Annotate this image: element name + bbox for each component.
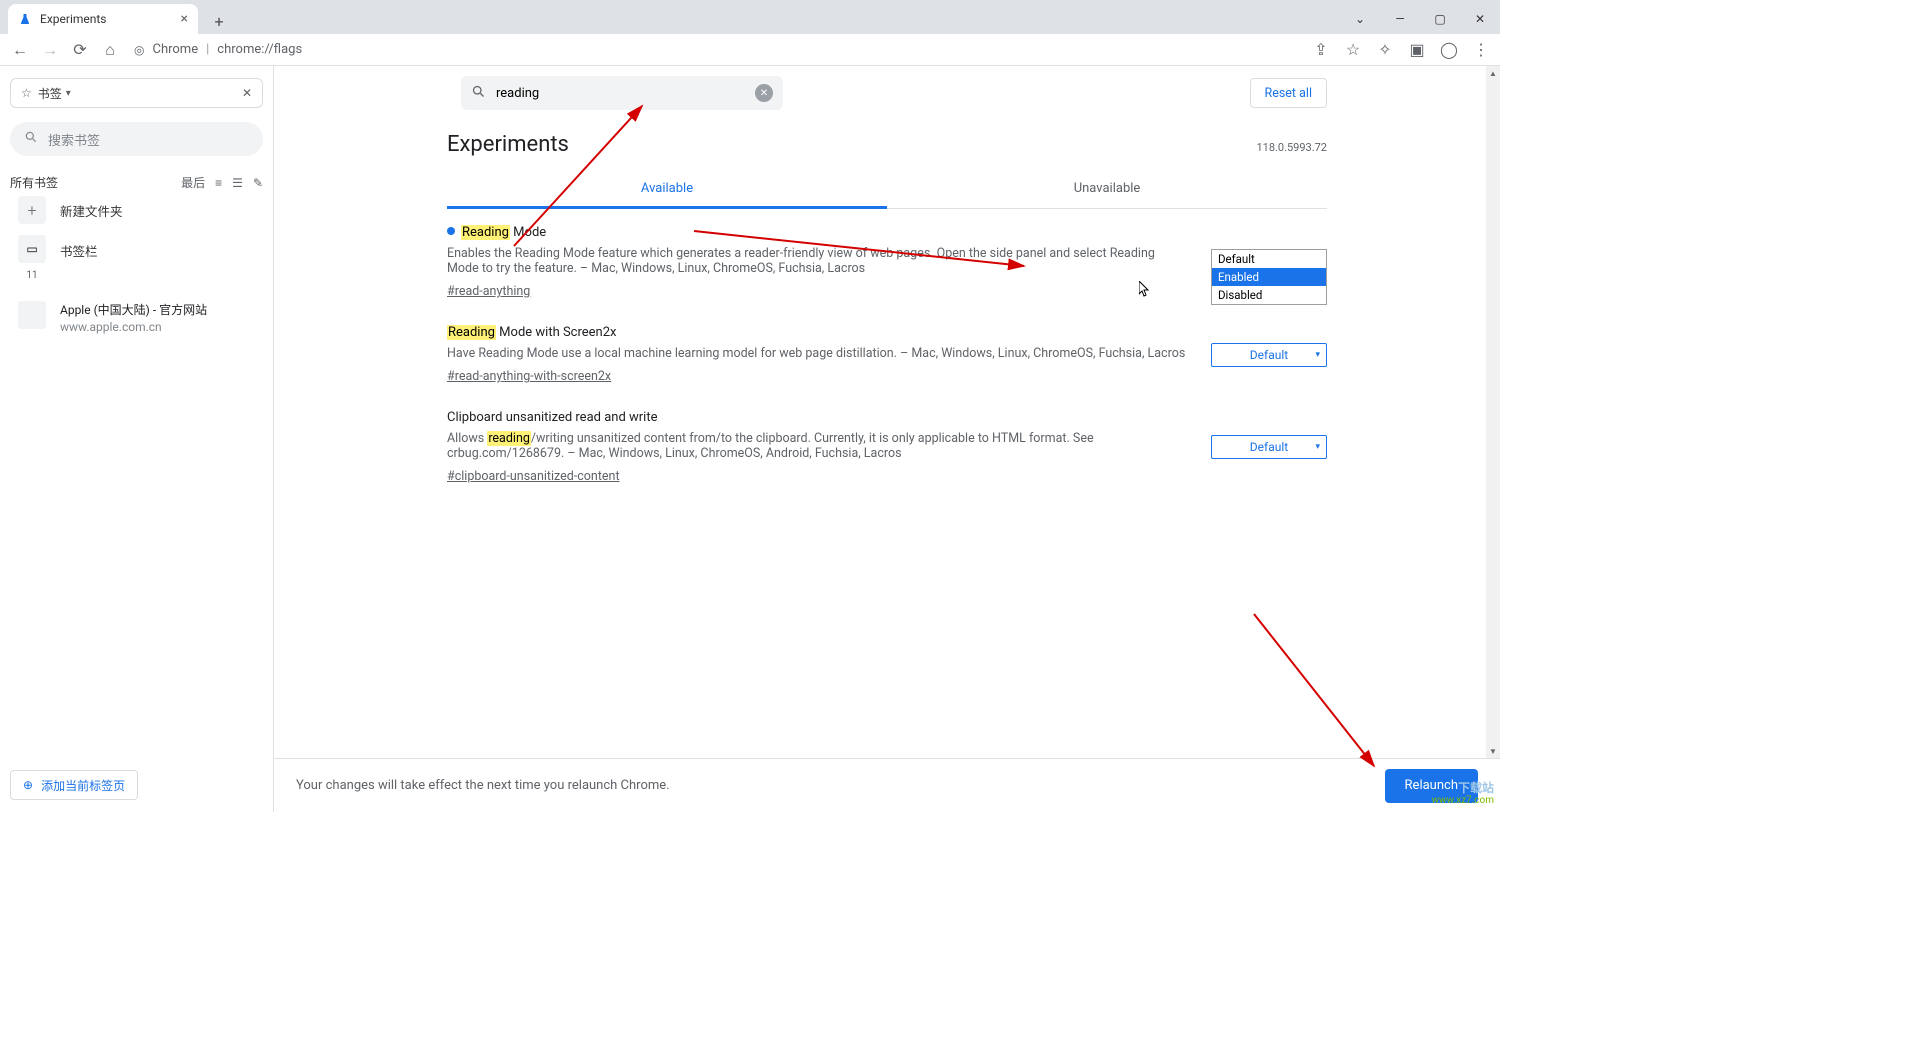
maximize-icon[interactable]: ▢	[1420, 4, 1460, 34]
flag-item: Reading Mode with Screen2x Have Reading …	[447, 309, 1327, 394]
edit-icon[interactable]: ✎	[253, 176, 263, 190]
chevron-down-icon: ▾	[66, 88, 71, 99]
new-folder-item[interactable]: + 新建文件夹	[10, 191, 263, 229]
flag-dropdown: Default Enabled Disabled	[1211, 249, 1327, 305]
flag-description: Have Reading Mode use a local machine le…	[447, 346, 1187, 361]
scroll-up-icon[interactable]: ▲	[1486, 66, 1500, 80]
sidebar-footer: ⊕ 添加当前标签页	[10, 770, 263, 800]
scrollbar[interactable]: ▲ ▼	[1486, 66, 1500, 758]
reset-all-button[interactable]: Reset all	[1250, 78, 1327, 108]
search-icon	[471, 84, 486, 103]
flags-content: ▲ ▼ ✕ Reset all Experiments 118.0.5993.7…	[274, 66, 1500, 812]
add-current-label: 添加当前标签页	[41, 777, 125, 794]
tab-unavailable[interactable]: Unavailable	[887, 171, 1327, 208]
flag-name: Reading Mode	[447, 225, 1187, 240]
folder-icon: ▭	[18, 235, 46, 263]
list-icon[interactable]: ☰	[232, 176, 243, 190]
page-title: Experiments	[447, 132, 569, 157]
add-icon: ⊕	[23, 778, 33, 792]
url-text: chrome://flags	[217, 42, 302, 57]
search-icon	[24, 130, 38, 148]
flag-select[interactable]: Default▾	[1211, 435, 1327, 459]
flag-hash[interactable]: #read-anything-with-screen2x	[447, 369, 611, 384]
filter-icon[interactable]: ≡	[215, 176, 222, 190]
window-controls: ⌄ — ▢ ✕	[1340, 4, 1500, 34]
sidepanel-icon[interactable]: ▣	[1406, 39, 1428, 61]
plus-icon: +	[18, 196, 46, 224]
close-sidebar-icon[interactable]: ✕	[242, 86, 252, 100]
dropdown-option-disabled[interactable]: Disabled	[1212, 286, 1326, 304]
all-bookmarks-label: 所有书签	[10, 174, 58, 191]
sort-label[interactable]: 最后	[181, 174, 205, 191]
browser-toolbar: ← → ⟳ ⌂ ◎ Chrome | chrome://flags ⇪ ☆ ✧ …	[0, 34, 1500, 66]
search-placeholder: 搜索书签	[48, 130, 100, 149]
extensions-icon[interactable]: ✧	[1374, 39, 1396, 61]
chevron-down-icon: ▾	[1315, 442, 1320, 452]
url-separator: |	[206, 42, 209, 57]
chrome-version: 118.0.5993.72	[1256, 141, 1327, 154]
sidebar-header[interactable]: ☆ 书签 ▾ ✕	[10, 78, 263, 108]
apple-icon	[18, 301, 46, 329]
forward-button[interactable]: →	[38, 38, 62, 62]
watermark: 下载站 www.xz7.com	[1432, 782, 1494, 806]
chevron-down-icon: ▾	[1315, 350, 1320, 360]
clear-search-icon[interactable]: ✕	[755, 84, 773, 102]
modified-dot-icon	[447, 227, 455, 235]
tab-title: Experiments	[40, 12, 107, 26]
bookmark-bar-label: 书签栏	[60, 235, 98, 260]
bookmarks-search[interactable]: 搜索书签	[10, 122, 263, 156]
minimize-icon[interactable]: —	[1380, 4, 1420, 34]
new-tab-button[interactable]: +	[206, 8, 232, 34]
flags-tabs: Available Unavailable	[447, 171, 1327, 209]
dropdown-option-default[interactable]: Default	[1212, 250, 1326, 268]
flag-name: Clipboard unsanitized read and write	[447, 410, 1187, 425]
chrome-icon: ◎	[134, 43, 144, 57]
window-titlebar: Experiments × + ⌄ — ▢ ✕	[0, 0, 1500, 34]
flag-select[interactable]: Default▾	[1211, 343, 1327, 367]
browser-tab[interactable]: Experiments ×	[8, 4, 198, 34]
flag-description: Enables the Reading Mode feature which g…	[447, 246, 1187, 276]
menu-icon[interactable]: ⋮	[1470, 39, 1492, 61]
tab-close-icon[interactable]: ×	[181, 11, 188, 27]
bookmark-item-apple[interactable]: Apple (中国大陆) - 官方网站 www.apple.com.cn	[10, 293, 263, 342]
url-label: Chrome	[152, 42, 198, 57]
share-icon[interactable]: ⇪	[1310, 39, 1332, 61]
scroll-down-icon[interactable]: ▼	[1486, 744, 1500, 758]
sidebar-subheader: 所有书签 最后 ≡ ☰ ✎	[10, 174, 263, 191]
new-folder-label: 新建文件夹	[60, 201, 123, 220]
flask-icon	[18, 12, 32, 26]
star-icon: ☆	[21, 86, 32, 100]
flag-item: Clipboard unsanitized read and write All…	[447, 394, 1327, 494]
cursor-icon	[1139, 281, 1151, 297]
address-bar[interactable]: ◎ Chrome | chrome://flags	[134, 42, 302, 57]
home-button[interactable]: ⌂	[98, 38, 122, 62]
bookmark-bar-item[interactable]: ▭ 11 书签栏	[10, 229, 263, 293]
bookmark-title: Apple (中国大陆) - 官方网站	[60, 301, 207, 318]
dropdown-option-enabled[interactable]: Enabled	[1212, 268, 1326, 286]
back-button[interactable]: ←	[8, 38, 32, 62]
profile-icon[interactable]: ◯	[1438, 39, 1460, 61]
bookmark-count: 11	[18, 263, 46, 287]
add-current-tab-button[interactable]: ⊕ 添加当前标签页	[10, 770, 138, 800]
restart-message: Your changes will take effect the next t…	[296, 778, 670, 793]
tab-available[interactable]: Available	[447, 171, 887, 209]
star-icon[interactable]: ☆	[1342, 39, 1364, 61]
flag-description: Allows reading/writing unsanitized conte…	[447, 431, 1187, 461]
close-icon[interactable]: ✕	[1460, 4, 1500, 34]
flag-item: Reading Mode Enables the Reading Mode fe…	[447, 209, 1327, 309]
bookmarks-label: 书签	[38, 85, 62, 102]
flag-hash[interactable]: #read-anything	[447, 284, 530, 299]
chevron-down-icon[interactable]: ⌄	[1340, 4, 1380, 34]
flag-name: Reading Mode with Screen2x	[447, 325, 1187, 340]
flags-search-input[interactable]	[496, 86, 755, 101]
bookmark-url: www.apple.com.cn	[60, 320, 207, 334]
flags-search-box[interactable]: ✕	[461, 76, 783, 110]
bookmarks-sidebar: ☆ 书签 ▾ ✕ 搜索书签 所有书签 最后 ≡ ☰ ✎ + 新建文件夹	[0, 66, 274, 812]
flag-hash[interactable]: #clipboard-unsanitized-content	[447, 469, 620, 484]
reload-button[interactable]: ⟳	[68, 38, 92, 62]
restart-bar: Your changes will take effect the next t…	[274, 758, 1500, 812]
